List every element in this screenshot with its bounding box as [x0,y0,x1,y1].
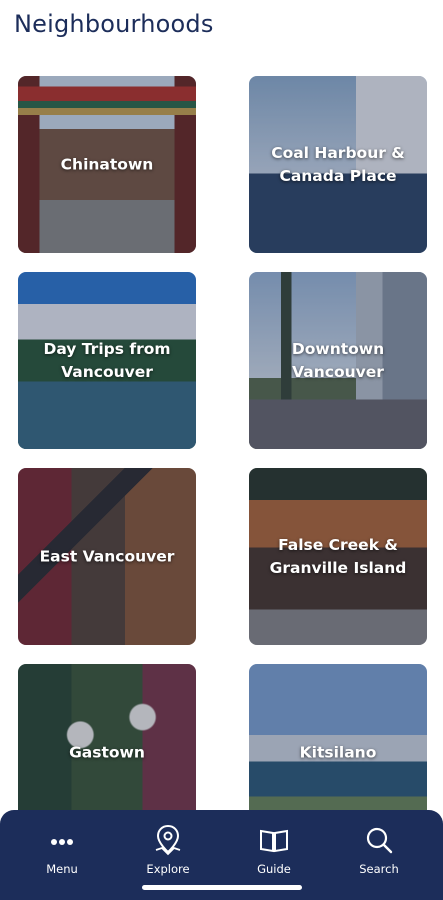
map-pin-icon [128,822,208,858]
tile-east-vancouver[interactable]: East Vancouver [18,468,196,645]
nav-label: Guide [257,862,291,876]
nav-menu-button[interactable]: Menu [22,822,102,876]
tile-label: False Creek & Granville Island [269,535,407,577]
nav-label: Explore [146,862,190,876]
tile-label: Kitsilano [299,743,377,761]
tile-label: Coal Harbour & Canada Place [271,143,405,185]
tile-day-trips[interactable]: Day Trips from Vancouver [18,272,196,449]
ellipsis-icon [22,822,102,858]
nav-search-button[interactable]: Search [339,822,419,876]
nav-explore-button[interactable]: Explore [128,822,208,876]
tile-label: East Vancouver [39,547,175,565]
tile-downtown[interactable]: Downtown Vancouver [249,272,427,449]
tile-label: Chinatown [60,155,154,173]
tile-false-creek[interactable]: False Creek & Granville Island [249,468,427,645]
tile-label: Downtown Vancouver [291,339,385,381]
nav-label: Search [359,862,399,876]
open-book-icon [234,822,314,858]
home-indicator [142,885,302,890]
tile-label: Gastown [69,743,145,761]
nav-guide-button[interactable]: Guide [234,822,314,876]
tile-coal-harbour[interactable]: Coal Harbour & Canada Place [249,76,427,253]
tile-chinatown[interactable]: Chinatown [18,76,196,253]
search-icon [339,822,419,858]
tile-label: Day Trips from Vancouver [43,339,171,381]
page-title: Neighbourhoods [14,10,214,38]
nav-label: Menu [46,862,78,876]
